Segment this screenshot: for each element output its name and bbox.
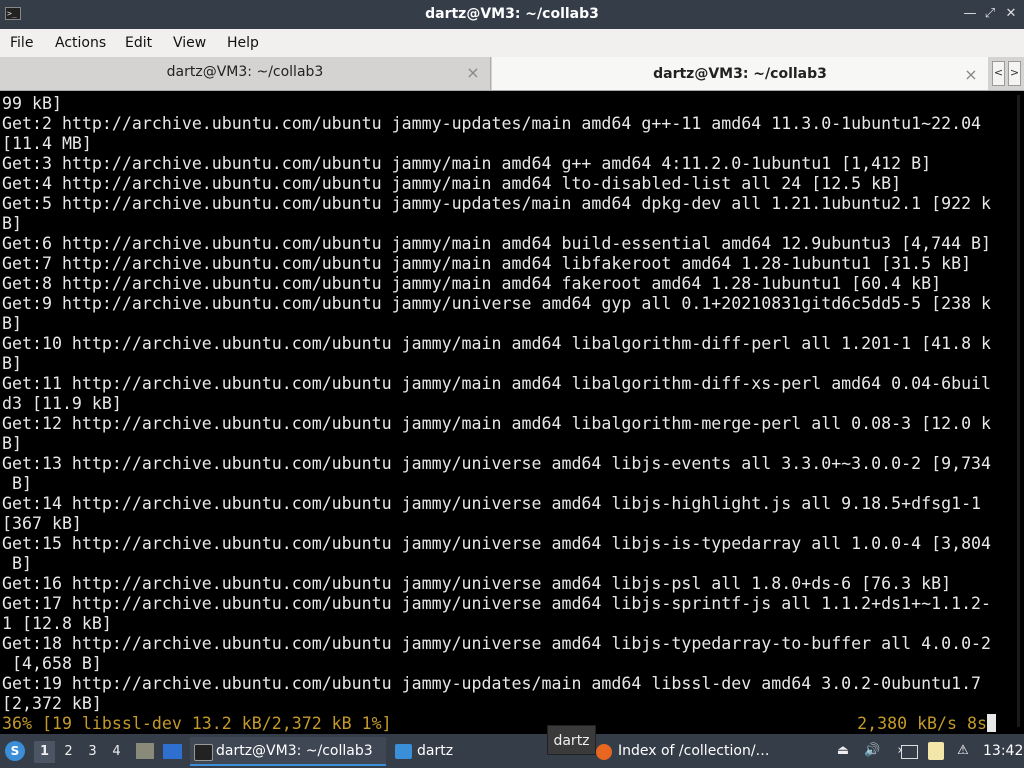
show-desktop-icon[interactable]: [136, 743, 154, 759]
terminal-line: Get:8 http://archive.ubuntu.com/ubuntu j…: [2, 274, 942, 293]
download-progress: 36% [19 libssl-dev 13.2 kB/2,372 kB 1%]: [2, 714, 392, 733]
terminal-line: [11.4 MB]: [2, 134, 92, 153]
close-icon[interactable]: ✕: [1003, 6, 1019, 22]
menu-edit[interactable]: Edit: [125, 29, 152, 57]
tab-scroll-left-icon[interactable]: <: [992, 61, 1005, 86]
security-icon[interactable]: ⚠: [955, 742, 971, 760]
tab-close-icon[interactable]: ×: [466, 57, 480, 88]
network-icon[interactable]: [901, 745, 918, 759]
terminal-line: Get:12 http://archive.ubuntu.com/ubuntu …: [2, 414, 992, 433]
window-titlebar[interactable]: >_ dartz@VM3: ~/collab3 — ⤢ ✕: [0, 0, 1024, 29]
terminal-line: B]: [2, 474, 32, 493]
folder-icon: [395, 744, 412, 759]
workspace-4[interactable]: 4: [106, 741, 127, 763]
download-speed-text: 2,380 kB/s 8s: [857, 714, 987, 733]
window-switcher-icon[interactable]: [163, 744, 182, 759]
menu-view[interactable]: View: [173, 29, 206, 57]
workspace-1[interactable]: 1: [34, 741, 55, 763]
terminal-line: [4,658 B]: [2, 654, 102, 673]
window-title: dartz@VM3: ~/collab3: [425, 6, 599, 22]
eject-icon[interactable]: ⏏: [835, 742, 851, 760]
terminal-line: 99 kB]: [2, 94, 62, 113]
tab-label: dartz@VM3: ~/collab3: [653, 66, 827, 82]
taskbar: S 1 2 3 4 dartz@VM3: ~/collab3 dartz Ind…: [0, 734, 1024, 768]
terminal-line: Get:13 http://archive.ubuntu.com/ubuntu …: [2, 454, 992, 473]
workspace-3[interactable]: 3: [82, 741, 103, 763]
menu-help[interactable]: Help: [227, 29, 259, 57]
minimize-icon[interactable]: —: [962, 6, 978, 22]
terminal-line: Get:6 http://archive.ubuntu.com/ubuntu j…: [2, 234, 992, 253]
menu-actions[interactable]: Actions: [55, 29, 106, 57]
terminal-output[interactable]: 99 kB] Get:2 http://archive.ubuntu.com/ub…: [0, 91, 1024, 735]
menu-file[interactable]: File: [10, 29, 33, 57]
task-label: dartz: [417, 743, 454, 759]
terminal-line: Get:14 http://archive.ubuntu.com/ubuntu …: [2, 494, 982, 513]
download-speed: 2,380 kB/s 8s: [857, 714, 996, 734]
maximize-icon[interactable]: ⤢: [982, 6, 998, 22]
terminal-line: B]: [2, 314, 22, 333]
taskbar-task-terminal[interactable]: dartz@VM3: ~/collab3: [190, 737, 386, 766]
terminal-line: Get:19 http://archive.ubuntu.com/ubuntu …: [2, 674, 982, 693]
download-status-line: 36% [19 libssl-dev 13.2 kB/2,372 kB 1%] 2…: [2, 714, 996, 734]
terminal-line: Get:7 http://archive.ubuntu.com/ubuntu j…: [2, 254, 972, 273]
terminal-line: Get:17 http://archive.ubuntu.com/ubuntu …: [2, 594, 992, 613]
start-menu-icon[interactable]: S: [5, 741, 25, 761]
terminal-line: Get:9 http://archive.ubuntu.com/ubuntu j…: [2, 294, 992, 313]
volume-icon[interactable]: 🔊: [864, 742, 880, 760]
terminal-cursor: [987, 714, 996, 732]
tab-close-icon[interactable]: ×: [964, 59, 978, 90]
tab-bar: dartz@VM3: ~/collab3 × dartz@VM3: ~/coll…: [0, 57, 1024, 91]
clock[interactable]: 13:42: [983, 734, 1023, 768]
task-label: Index of /collection/…: [618, 743, 770, 759]
terminal-line: Get:10 http://archive.ubuntu.com/ubuntu …: [2, 334, 992, 353]
terminal-line: Get:2 http://archive.ubuntu.com/ubuntu j…: [2, 114, 982, 133]
taskbar-task-firefox[interactable]: Index of /collection/…: [592, 737, 824, 766]
scrollbar-thumb[interactable]: [1017, 95, 1020, 727]
tab-terminal-1[interactable]: dartz@VM3: ~/collab3 ×: [0, 57, 491, 90]
terminal-text: 99 kB] Get:2 http://archive.ubuntu.com/ub…: [2, 94, 996, 734]
terminal-line: B]: [2, 214, 22, 233]
taskbar-tooltip: dartz: [547, 725, 596, 755]
terminal-line: Get:5 http://archive.ubuntu.com/ubuntu j…: [2, 194, 992, 213]
clipboard-icon[interactable]: [928, 742, 944, 760]
terminal-line: Get:15 http://archive.ubuntu.com/ubuntu …: [2, 534, 992, 553]
menubar: File Actions Edit View Help: [0, 29, 1024, 57]
tab-terminal-2[interactable]: dartz@VM3: ~/collab3 ×: [492, 57, 988, 90]
firefox-icon: [596, 744, 612, 760]
task-label: dartz@VM3: ~/collab3: [216, 743, 373, 759]
workspace-2[interactable]: 2: [58, 741, 79, 763]
terminal-line: Get:4 http://archive.ubuntu.com/ubuntu j…: [2, 174, 902, 193]
terminal-line: Get:16 http://archive.ubuntu.com/ubuntu …: [2, 574, 952, 593]
terminal-line: [2,372 kB]: [2, 694, 102, 713]
terminal-line: B]: [2, 354, 22, 373]
tab-scroll-right-icon[interactable]: >: [1008, 61, 1021, 86]
terminal-line: Get:18 http://archive.ubuntu.com/ubuntu …: [2, 634, 992, 653]
terminal-line: B]: [2, 554, 32, 573]
terminal-line: Get:3 http://archive.ubuntu.com/ubuntu j…: [2, 154, 932, 173]
terminal-line: [367 kB]: [2, 514, 82, 533]
terminal-line: Get:11 http://archive.ubuntu.com/ubuntu …: [2, 374, 992, 393]
terminal-icon: [194, 744, 213, 761]
tab-label: dartz@VM3: ~/collab3: [166, 64, 324, 80]
terminal-line: B]: [2, 434, 22, 453]
terminal-line: 1 [12.8 kB]: [2, 614, 112, 633]
terminal-line: d3 [11.9 kB]: [2, 394, 122, 413]
terminal-scrollbar[interactable]: [998, 91, 1024, 734]
